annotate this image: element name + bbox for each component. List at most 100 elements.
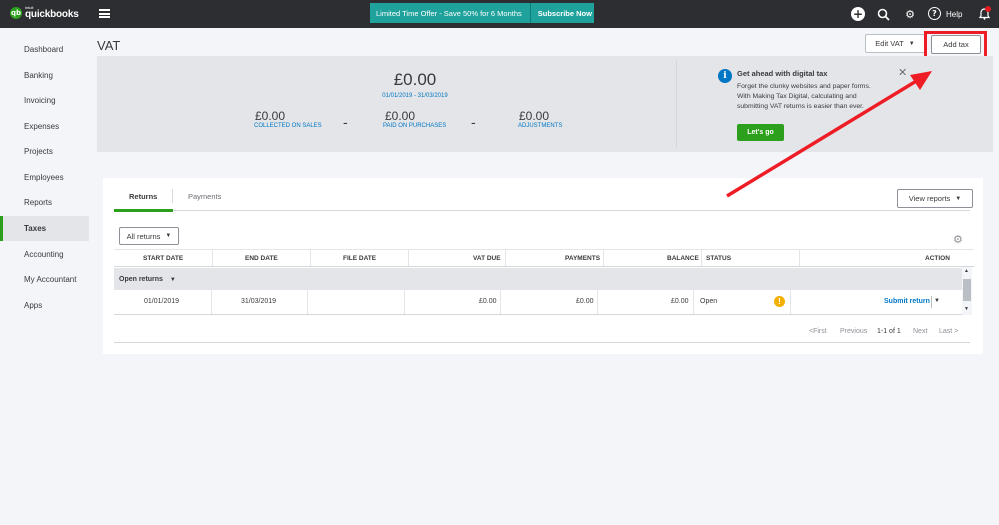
pager-next[interactable]: Next xyxy=(913,328,927,335)
help-icon[interactable]: ? xyxy=(928,7,941,20)
minus-sign: - xyxy=(471,114,476,130)
submit-return-link[interactable]: Submit return xyxy=(884,298,930,305)
returns-filter-dropdown[interactable]: All returns ▼ xyxy=(119,227,179,245)
col-header-vat-due[interactable]: VAT DUE xyxy=(473,255,501,262)
column-separator xyxy=(505,249,506,266)
tab-underline xyxy=(114,210,970,211)
lets-go-button[interactable]: Let's go xyxy=(737,124,784,141)
paid-amount: £0.00 xyxy=(385,109,416,123)
sidebar-item-reports[interactable]: Reports xyxy=(0,190,89,215)
promo-text: Limited Time Offer - Save 50% for 6 Mont… xyxy=(376,8,522,18)
column-separator xyxy=(799,249,800,266)
column-separator xyxy=(212,249,213,266)
col-header-end-date[interactable]: END DATE xyxy=(245,255,278,262)
open-returns-group-row[interactable] xyxy=(114,268,962,290)
sidebar-item-my-accountant[interactable]: My Accountant xyxy=(0,267,89,292)
help-label[interactable]: Help xyxy=(946,10,962,19)
edit-vat-label: Edit VAT xyxy=(875,39,904,48)
digital-tax-body: Forget the clunky websites and paper for… xyxy=(737,82,893,112)
caret-down-icon: ▼ xyxy=(169,277,176,283)
notification-badge xyxy=(985,6,991,12)
column-separator xyxy=(701,249,702,266)
scroll-down-arrow-icon[interactable]: ▼ xyxy=(964,306,969,312)
table-header-border xyxy=(114,266,974,267)
sidebar-item-invoicing[interactable]: Invoicing xyxy=(0,88,89,113)
logo-brand-text: quickbooks xyxy=(25,9,79,20)
collected-label[interactable]: COLLECTED ON SALES xyxy=(254,123,322,129)
cell-separator xyxy=(211,290,212,314)
digital-tax-line: With Making Tax Digital, calculating and xyxy=(737,93,857,100)
open-returns-group-label[interactable]: Open returns ▼ xyxy=(119,276,176,283)
adjustments-amount: £0.00 xyxy=(519,109,550,123)
col-header-action: ACTION xyxy=(925,255,950,262)
gear-icon[interactable]: ⚙ xyxy=(903,7,917,21)
column-separator xyxy=(310,249,311,266)
cell-status: Open xyxy=(700,298,718,305)
minus-sign: - xyxy=(343,114,348,130)
sidebar-item-accounting[interactable]: Accounting xyxy=(0,242,89,267)
tab-payments[interactable]: Payments xyxy=(188,192,221,201)
pager-first[interactable]: <First xyxy=(809,328,827,335)
cell-separator xyxy=(693,290,694,314)
table-row-border xyxy=(114,314,962,315)
cell-vat-due: £0.00 xyxy=(479,298,497,305)
hamburger-menu-icon[interactable] xyxy=(99,9,110,18)
quickbooks-logo-icon: qb xyxy=(10,7,22,19)
cell-balance: £0.00 xyxy=(671,298,689,305)
table-header-top-border xyxy=(114,249,974,250)
quickbooks-logo[interactable]: qb intuit quickbooks xyxy=(10,6,79,20)
col-header-start-date[interactable]: START DATE xyxy=(143,255,183,262)
sidebar-item-employees[interactable]: Employees xyxy=(0,165,89,190)
panel-bottom-border xyxy=(114,342,970,343)
sidebar-item-projects[interactable]: Projects xyxy=(0,139,89,164)
col-header-balance[interactable]: BALANCE xyxy=(667,255,699,262)
sidebar-item-taxes[interactable]: Taxes xyxy=(0,216,89,241)
tab-active-indicator xyxy=(114,209,173,212)
sidebar-item-banking[interactable]: Banking xyxy=(0,63,89,88)
view-reports-button[interactable]: View reports ▼ xyxy=(897,189,973,208)
cell-separator xyxy=(307,290,308,314)
digital-tax-line: submitting VAT returns is easier than ev… xyxy=(737,103,864,110)
cell-separator xyxy=(597,290,598,314)
digital-tax-title: Get ahead with digital tax xyxy=(737,69,828,78)
caret-down-icon: ▼ xyxy=(908,40,915,47)
sidebar-item-expenses[interactable]: Expenses xyxy=(0,114,89,139)
cell-payments: £0.00 xyxy=(576,298,594,305)
plus-icon[interactable]: + xyxy=(851,7,865,21)
warning-icon[interactable]: ! xyxy=(774,296,785,307)
scroll-up-arrow-icon[interactable]: ▲ xyxy=(964,268,969,274)
action-menu-caret-icon[interactable]: ▼ xyxy=(934,298,940,304)
sidebar-item-dashboard[interactable]: Dashboard xyxy=(0,37,89,62)
sidebar-item-apps[interactable]: Apps xyxy=(0,293,89,318)
info-icon: i xyxy=(718,69,732,83)
summary-divider xyxy=(676,60,677,148)
close-icon[interactable]: ✕ xyxy=(898,66,907,79)
pager-previous[interactable]: Previous xyxy=(840,328,867,335)
paid-label[interactable]: PAID ON PURCHASES xyxy=(383,123,446,129)
pager-last[interactable]: Last > xyxy=(939,328,958,335)
view-reports-label: View reports xyxy=(908,194,951,203)
search-icon[interactable] xyxy=(876,7,890,21)
col-header-payments[interactable]: PAYMENTS xyxy=(565,255,600,262)
caret-down-icon: ▼ xyxy=(165,233,172,239)
tab-returns[interactable]: Returns xyxy=(129,192,157,201)
col-header-status[interactable]: STATUS xyxy=(706,255,731,262)
action-separator xyxy=(931,296,932,308)
total-vat-amount: £0.00 xyxy=(393,70,437,89)
edit-vat-button[interactable]: Edit VAT ▼ xyxy=(865,34,925,53)
pager-range: 1-1 of 1 xyxy=(877,328,901,335)
page-title: VAT xyxy=(97,38,121,53)
subscribe-now-button[interactable]: Subscribe Now xyxy=(538,9,592,18)
table-settings-gear-icon[interactable]: ⚙ xyxy=(953,233,963,246)
vat-period-link[interactable]: 01/01/2019 - 31/03/2019 xyxy=(355,93,475,99)
adjustments-label[interactable]: ADJUSTMENTS xyxy=(518,123,562,129)
digital-tax-line: Forget the clunky websites and paper for… xyxy=(737,83,871,90)
caret-down-icon: ▼ xyxy=(955,195,962,202)
top-bar: qb intuit quickbooks Limited Time Offer … xyxy=(0,0,999,28)
open-returns-label: Open returns xyxy=(119,276,163,283)
tab-divider xyxy=(172,189,173,203)
cell-separator xyxy=(404,290,405,314)
scrollbar-thumb[interactable] xyxy=(963,279,971,301)
collected-amount: £0.00 xyxy=(255,109,286,123)
col-header-file-date[interactable]: FILE DATE xyxy=(343,255,376,262)
